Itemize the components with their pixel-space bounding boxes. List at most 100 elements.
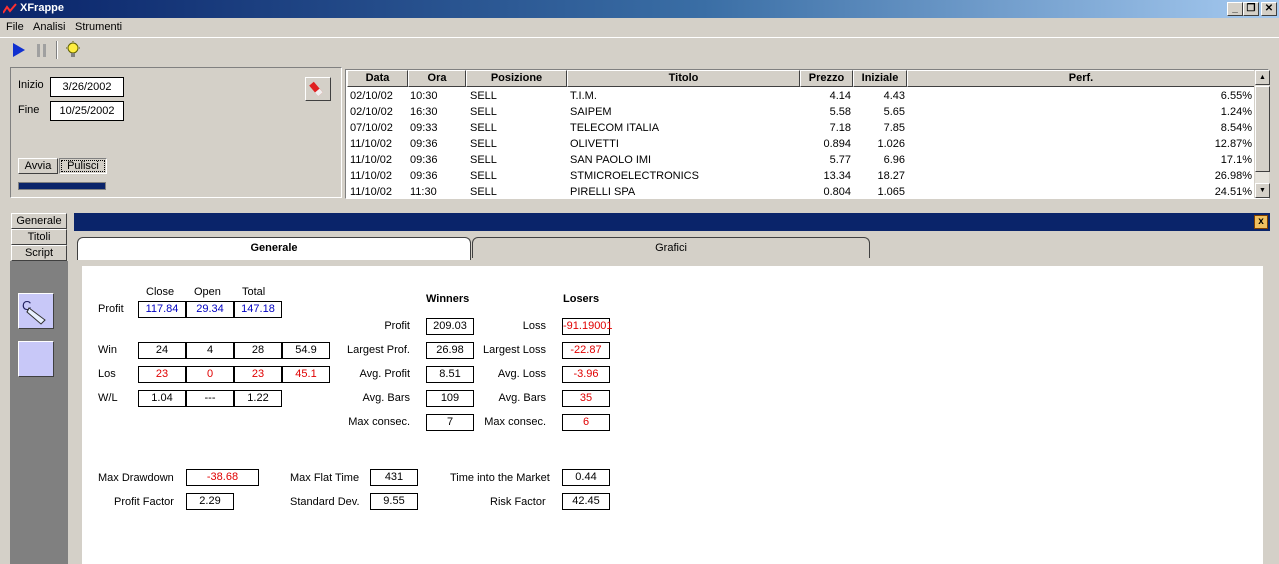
- scroll-down-icon[interactable]: ▼: [1255, 183, 1270, 198]
- trade-cell: 09:36: [410, 170, 438, 182]
- trade-cell: 4.14: [829, 90, 851, 102]
- wl-open-value: ---: [186, 390, 234, 407]
- pulisci-button[interactable]: Pulisci: [59, 158, 107, 174]
- trade-cell: SELL: [470, 138, 497, 150]
- col-perf[interactable]: Perf.: [907, 70, 1255, 87]
- fine-date-field[interactable]: 10/25/2002: [50, 101, 124, 121]
- lightbulb-icon[interactable]: [63, 40, 83, 60]
- pause-icon[interactable]: [32, 40, 52, 60]
- trade-cell: 5.65: [883, 106, 905, 118]
- close-window-button[interactable]: ✕: [1261, 2, 1277, 16]
- trade-cell: 8.54%: [1220, 122, 1252, 134]
- time-market-label: Time into the Market: [450, 472, 550, 484]
- std-dev-label: Standard Dev.: [290, 496, 360, 508]
- trades-table[interactable]: Data Ora Posizione Titolo Prezzo Inizial…: [345, 69, 1269, 199]
- losers-label: Avg. Bars: [498, 392, 547, 404]
- profit-label: Profit: [98, 303, 124, 315]
- trade-cell: 09:36: [410, 138, 438, 150]
- col-posizione[interactable]: Posizione: [466, 70, 567, 87]
- trade-cell: TELECOM ITALIA: [570, 122, 660, 134]
- wl-close-value: 1.04: [138, 390, 186, 407]
- losers-label: Largest Loss: [483, 344, 546, 356]
- col-prezzo[interactable]: Prezzo: [800, 70, 853, 87]
- losers-value: -22.87: [562, 342, 610, 359]
- risk-factor-value: 42.45: [562, 493, 610, 510]
- losers-value: -91.19001: [562, 318, 613, 335]
- scroll-thumb[interactable]: [1255, 86, 1270, 172]
- losers-title: Losers: [563, 293, 600, 305]
- window-title: XFrappe: [20, 2, 65, 14]
- pencil-icon: C: [22, 298, 46, 325]
- trade-cell: 16:30: [410, 106, 438, 118]
- winners-label: Avg. Bars: [362, 392, 411, 404]
- trade-cell: 26.98%: [1214, 170, 1252, 182]
- menu-file[interactable]: File: [6, 21, 24, 33]
- empty-tool-button[interactable]: [18, 341, 54, 377]
- winners-value: 109: [426, 390, 474, 407]
- script-tool-button[interactable]: C: [18, 293, 54, 329]
- eraser-icon[interactable]: [305, 77, 331, 101]
- trade-cell: SELL: [470, 186, 497, 198]
- trade-cell: SAN PAOLO IMI: [570, 154, 652, 166]
- los-close-value: 23: [138, 366, 186, 383]
- trade-cell: 1.065: [877, 186, 905, 198]
- col-titolo[interactable]: Titolo: [567, 70, 800, 87]
- trade-cell: 11/10/02: [350, 170, 393, 182]
- inizio-date-field[interactable]: 3/26/2002: [50, 77, 124, 97]
- win-close-value: 24: [138, 342, 186, 359]
- trade-cell: 11/10/02: [350, 154, 393, 166]
- winners-value: 7: [426, 414, 474, 431]
- std-dev-value: 9.55: [370, 493, 418, 510]
- trade-cell: 5.58: [829, 106, 851, 118]
- tab-grafici[interactable]: Grafici: [472, 237, 870, 259]
- max-drawdown-value: -38.68: [186, 469, 259, 486]
- inizio-label: Inizio: [18, 79, 44, 91]
- trade-cell: 09:36: [410, 154, 438, 166]
- col-data[interactable]: Data: [347, 70, 408, 87]
- trade-cell: 17.1%: [1220, 154, 1252, 166]
- profit-factor-label: Profit Factor: [114, 496, 174, 508]
- trade-cell: T.I.M.: [570, 90, 597, 102]
- trade-cell: 09:33: [410, 122, 438, 134]
- play-icon[interactable]: [8, 40, 28, 60]
- profit-close-value: 117.84: [138, 301, 186, 318]
- profit-open-value: 29.34: [186, 301, 234, 318]
- winners-label: Profit: [384, 320, 410, 332]
- win-total-value: 28: [234, 342, 282, 359]
- losers-label: Loss: [522, 320, 546, 332]
- los-label: Los: [98, 368, 116, 380]
- trade-cell: 02/10/02: [350, 106, 393, 118]
- trade-cell: SELL: [470, 154, 497, 166]
- trade-cell: STMICROELECTRONICS: [570, 170, 699, 182]
- col-iniziale[interactable]: Iniziale: [853, 70, 907, 87]
- scroll-up-icon[interactable]: ▲: [1255, 70, 1270, 85]
- trade-cell: 6.55%: [1220, 90, 1252, 102]
- progress-bar: [18, 182, 106, 190]
- sidebar-panel: C: [10, 261, 68, 564]
- profit-factor-value: 2.29: [186, 493, 234, 510]
- side-tab-generale[interactable]: Generale: [11, 213, 67, 229]
- winners-value: 8.51: [426, 366, 474, 383]
- losers-label: Avg. Loss: [497, 368, 546, 380]
- side-tab-script[interactable]: Script: [11, 245, 67, 261]
- trades-scrollbar[interactable]: ▲ ▼: [1254, 70, 1270, 198]
- close-panel-button[interactable]: x: [1254, 215, 1268, 229]
- date-range-panel: Inizio 3/26/2002 Fine 10/25/2002 Avvia P…: [10, 67, 342, 198]
- avvia-button[interactable]: Avvia: [18, 158, 58, 174]
- trade-cell: 12.87%: [1214, 138, 1252, 150]
- trade-cell: 7.18: [829, 122, 851, 134]
- header-close: Close: [146, 286, 175, 298]
- side-tab-titoli[interactable]: Titoli: [11, 229, 67, 245]
- col-ora[interactable]: Ora: [408, 70, 466, 87]
- trade-cell: 11/10/02: [350, 138, 393, 150]
- menu-analisi[interactable]: Analisi: [33, 21, 65, 33]
- minimize-button[interactable]: _: [1227, 2, 1243, 16]
- trade-cell: 4.43: [883, 90, 905, 102]
- restore-button[interactable]: ❐: [1243, 2, 1259, 16]
- menu-strumenti[interactable]: Strumenti: [75, 21, 122, 33]
- tab-generale[interactable]: Generale: [77, 237, 471, 260]
- max-flat-time-label: Max Flat Time: [290, 472, 360, 484]
- trade-cell: 07/10/02: [350, 122, 393, 134]
- toolbar: [0, 37, 1279, 61]
- title-bar: XFrappe _ ❐ ✕: [0, 0, 1279, 18]
